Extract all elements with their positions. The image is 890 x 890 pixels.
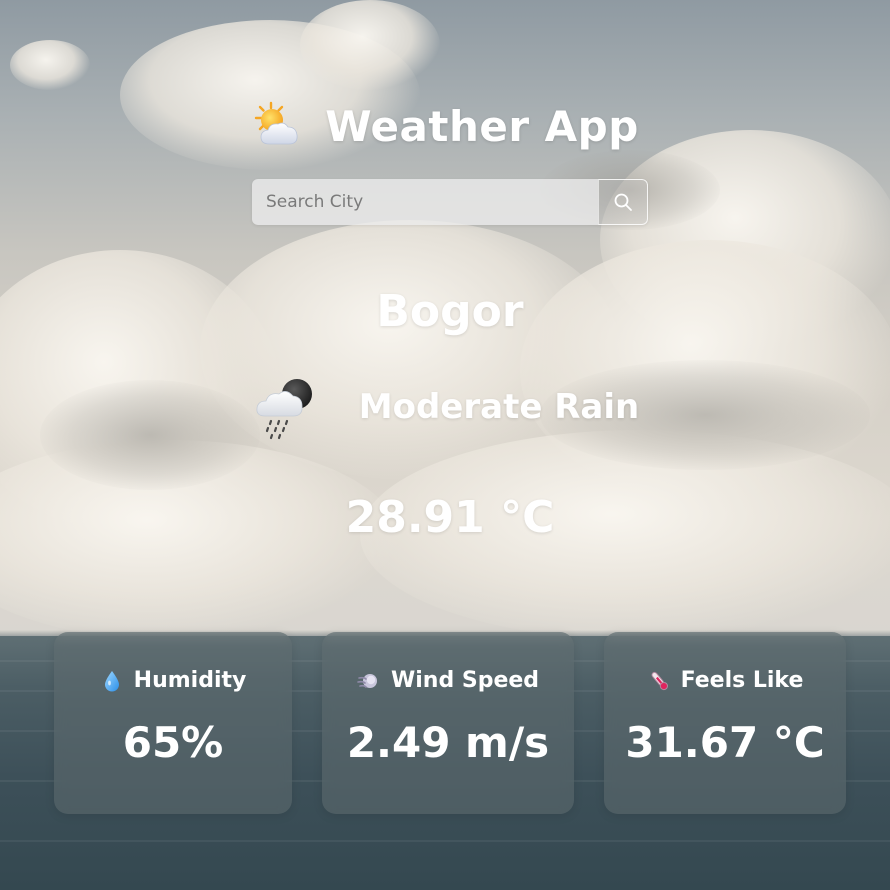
weather-app: Weather App Bogor: [0, 0, 890, 890]
condition-text: Moderate Rain: [358, 387, 640, 427]
humidity-card: Humidity 65%: [54, 632, 292, 814]
feels-like-value: 31.67 °C: [625, 718, 825, 767]
app-title: Weather App: [325, 101, 639, 151]
sun-behind-cloud-icon: [255, 101, 298, 145]
humidity-header: Humidity: [54, 668, 292, 693]
city-name: Bogor: [376, 286, 524, 337]
wind-speed-label: Wind Speed: [390, 668, 540, 693]
wind-speed-header: Wind Speed: [322, 668, 574, 693]
humidity-label: Humidity: [133, 668, 247, 693]
app-header: Weather App: [0, 96, 890, 156]
humidity-value: 65%: [122, 718, 224, 767]
wind-speed-card: Wind Speed 2.49 m/s: [322, 632, 574, 814]
temperature-value: 28.91 °C: [345, 492, 555, 543]
feels-like-header: Feels Like: [604, 668, 846, 693]
search-bar: [252, 179, 648, 225]
weather-condition: Moderate Rain: [0, 372, 890, 442]
wind-speed-value: 2.49 m/s: [346, 718, 550, 767]
feels-like-card: Feels Like 31.67 °C: [604, 632, 846, 814]
thermometer-icon: [651, 671, 668, 690]
search-icon: [614, 193, 632, 211]
stats-row: Humidity 65% Wind Speed 2.49 m/s Feels L…: [0, 632, 890, 814]
feels-like-label: Feels Like: [680, 668, 804, 693]
cloud-rain-moon-icon: [256, 379, 312, 440]
search-input[interactable]: [252, 179, 598, 225]
droplet-icon: [104, 670, 119, 691]
wind-icon: [357, 673, 377, 688]
search-button[interactable]: [598, 179, 648, 225]
